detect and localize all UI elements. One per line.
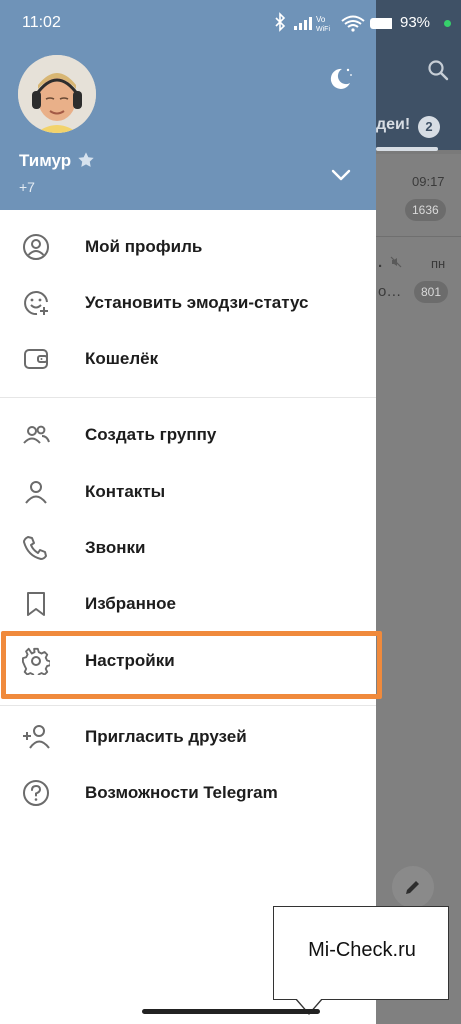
search-icon[interactable]: [426, 58, 450, 82]
avatar[interactable]: [18, 55, 96, 133]
watermark-text: Mi-Check.ru: [308, 939, 416, 961]
add-user-icon: [23, 725, 50, 749]
profile-icon: [23, 234, 49, 260]
menu-item-label: Возможности Telegram: [85, 783, 278, 802]
user-name: Тимур: [19, 151, 72, 170]
bookmark-icon: [27, 592, 45, 616]
chat-time: пн: [431, 256, 446, 271]
unread-badge: 1636: [405, 199, 446, 221]
svg-text:WiFi: WiFi: [316, 26, 330, 33]
menu-item-calls[interactable]: Звонки: [0, 520, 376, 576]
avatar-image: [18, 55, 96, 133]
menu-item-label: Избранное: [85, 594, 176, 613]
chat-time: 09:17: [412, 174, 445, 189]
home-indicator[interactable]: [142, 1009, 320, 1014]
svg-text:Vo: Vo: [316, 15, 326, 24]
menu-item-emoji-status[interactable]: Установить эмодзи-статус: [0, 275, 376, 331]
menu-item-create-group[interactable]: Создать группу: [0, 407, 376, 463]
menu-item-telegram-features[interactable]: Возможности Telegram: [0, 765, 376, 821]
menu-item-my-profile[interactable]: Мой профиль: [0, 219, 376, 275]
tab-indicator: [376, 147, 438, 151]
folder-tab-badge: 2: [418, 116, 440, 138]
muted-icon: [390, 256, 402, 268]
unread-badge: 801: [414, 281, 449, 303]
chevron-down-icon[interactable]: [330, 166, 352, 184]
menu-item-label: Кошелёк: [85, 349, 159, 368]
menu-item-label: Мой профиль: [85, 237, 203, 256]
bluetooth-icon: [275, 12, 286, 32]
navigation-drawer: Тимур +7 Мой профиль Установить эмодзи-с…: [0, 0, 376, 1024]
menu-item-invite-friends[interactable]: Пригласить друзей: [0, 709, 376, 765]
battery-level: 93%: [400, 14, 431, 31]
watermark-box: Mi-Check.ru: [273, 906, 449, 1000]
menu-divider: [0, 705, 376, 706]
emoji-status-icon: [24, 291, 48, 316]
menu-item-label: Установить эмодзи-статус: [85, 293, 309, 312]
menu-item-label: Контакты: [85, 482, 166, 501]
menu-item-label: Звонки: [85, 538, 146, 557]
chat-separator: [376, 236, 461, 237]
status-time: 11:02: [22, 14, 61, 31]
contacts-icon: [25, 481, 47, 504]
chat-preview: о…: [378, 283, 402, 300]
status-dot: [444, 20, 451, 27]
night-mode-icon[interactable]: [326, 64, 354, 92]
folder-tab-label[interactable]: деи!: [376, 116, 410, 134]
menu-item-contacts[interactable]: Контакты: [0, 464, 376, 520]
user-phone: +7: [19, 179, 35, 195]
group-icon: [23, 425, 50, 444]
signal-icon: [294, 17, 312, 30]
pencil-icon: [406, 881, 419, 894]
menu-item-label: Пригласить друзей: [85, 727, 247, 746]
settings-highlight-frame: [1, 631, 382, 699]
menu-divider: [0, 397, 376, 398]
wallet-icon: [24, 349, 48, 369]
battery-icon: [370, 18, 392, 29]
status-bar: 11:02 Vo WiFi 93%: [0, 0, 461, 46]
premium-star-icon[interactable]: [77, 151, 95, 169]
phone-icon: [23, 536, 47, 560]
menu-item-wallet[interactable]: Кошелёк: [0, 331, 376, 387]
chat-name-fragment: .: [378, 254, 383, 271]
help-icon: [23, 780, 49, 806]
status-icons: Vo WiFi: [275, 12, 392, 33]
wifi-icon: [341, 15, 365, 32]
menu-item-label: Создать группу: [85, 425, 217, 444]
menu-item-saved[interactable]: Избранное: [0, 576, 376, 632]
compose-button[interactable]: [392, 866, 434, 908]
